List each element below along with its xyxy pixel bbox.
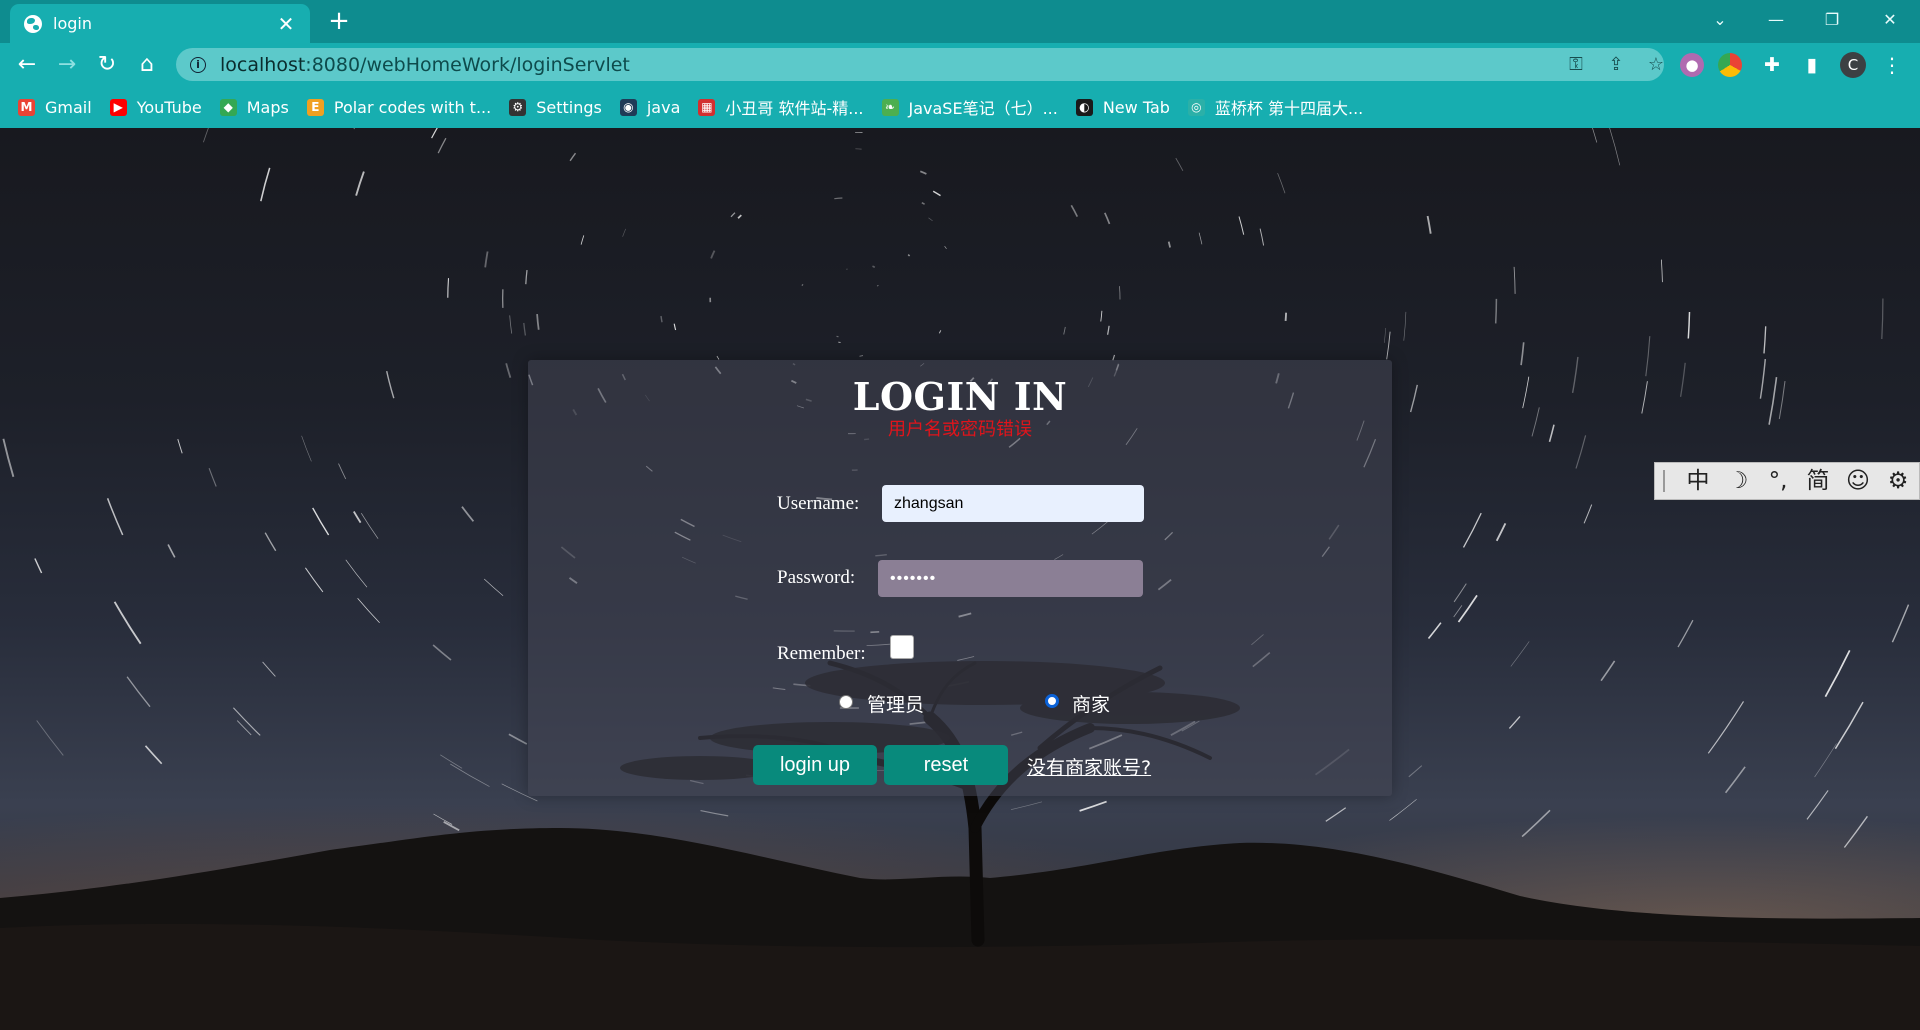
ime-settings-icon[interactable]: ⚙: [1878, 462, 1918, 500]
globe-icon: [24, 14, 42, 33]
username-input[interactable]: [882, 485, 1144, 522]
error-message: 用户名或密码错误: [888, 419, 1032, 440]
login-panel: LOGIN IN 用户名或密码错误 Username: Password: ••…: [528, 360, 1392, 796]
forward-arrow-icon[interactable]: →: [52, 50, 82, 80]
bookmark-label: Gmail: [45, 97, 92, 117]
site-info-icon[interactable]: i: [190, 56, 206, 73]
ime-simplified-icon[interactable]: 简: [1798, 462, 1838, 500]
java-icon: ◉: [619, 98, 637, 116]
home-icon[interactable]: ⌂: [132, 50, 162, 80]
password-label: Password:: [777, 567, 856, 588]
bookmark-label: YouTube: [136, 97, 202, 117]
bookmark-item[interactable]: ◆ Maps: [219, 97, 289, 117]
tab-search-icon[interactable]: ⌄: [1692, 6, 1748, 34]
url-host: localhost: [220, 53, 306, 76]
chrome-extension-icon[interactable]: [1718, 53, 1742, 77]
bookmark-label: java: [646, 97, 681, 117]
bookmark-item[interactable]: ▦ 小丑哥 软件站-精...: [698, 95, 864, 119]
share-icon[interactable]: ⇪: [1601, 48, 1631, 81]
bookmark-label: Maps: [246, 97, 289, 117]
page-background: LOGIN IN 用户名或密码错误 Username: Password: ••…: [0, 128, 1920, 1030]
minimize-button[interactable]: —: [1748, 6, 1804, 34]
profile-avatar[interactable]: C: [1840, 52, 1866, 78]
remember-checkbox[interactable]: [890, 635, 914, 659]
role-radio-admin[interactable]: [839, 695, 853, 709]
bookmark-item[interactable]: ⚙ Settings: [509, 98, 602, 117]
address-url: localhost:8080/webHomeWork/loginServlet: [220, 54, 630, 76]
extension-icon[interactable]: ●: [1680, 53, 1704, 77]
bookmark-label: JavaSE笔记（七）...: [908, 99, 1058, 118]
software-icon: ▦: [698, 98, 716, 116]
ime-punctuation-icon[interactable]: °,: [1758, 462, 1798, 500]
role-radio-merchant[interactable]: [1045, 694, 1059, 708]
bookmark-item[interactable]: ◎ 蓝桥杯 第十四届大...: [1187, 95, 1364, 119]
browser-toolbar: ← → ↻ ⌂ i localhost:8080/webHomeWork/log…: [0, 43, 1920, 86]
ime-toolbar: 中 ☽ °, 简 ☺ ⚙: [1654, 462, 1920, 500]
star-icon[interactable]: ☆: [1641, 48, 1671, 81]
bookmark-label: New Tab: [1102, 97, 1170, 117]
remember-label: Remember:: [777, 643, 866, 664]
gmail-icon: M: [18, 98, 35, 116]
url-path: :8080/webHomeWork/loginServlet: [305, 53, 630, 76]
leaf-icon: ❧: [881, 98, 899, 116]
bookmark-item[interactable]: E Polar codes with t...: [306, 97, 492, 117]
side-panel-icon[interactable]: ▮: [1800, 53, 1824, 77]
lanqiao-icon: ◎: [1187, 98, 1205, 116]
new-tab-button[interactable]: +: [324, 6, 354, 36]
bookmark-item[interactable]: ❧ JavaSE笔记（七）...: [881, 95, 1058, 119]
reset-button[interactable]: reset: [884, 745, 1008, 785]
bookmark-item[interactable]: M Gmail: [18, 98, 92, 117]
maps-icon: ◆: [219, 98, 237, 116]
close-window-button[interactable]: ✕: [1862, 6, 1918, 34]
role-label-merchant: 商家: [1072, 694, 1111, 716]
reload-icon[interactable]: ↻: [92, 50, 122, 80]
bookmarks-bar: M Gmail ▶ YouTube ◆ Maps E Polar codes with t..…: [0, 86, 1920, 128]
restore-button[interactable]: ❐: [1804, 6, 1860, 34]
register-merchant-link[interactable]: 没有商家账号?: [1027, 753, 1151, 780]
ime-grip-handle[interactable]: [1663, 470, 1666, 492]
password-input[interactable]: •••••••: [878, 560, 1143, 597]
youtube-icon: ▶: [109, 98, 127, 116]
browser-titlebar: login ✕ + ⌄ — ❐ ✕: [0, 0, 1920, 43]
username-label: Username:: [777, 493, 860, 514]
bookmark-item[interactable]: ▶ YouTube: [109, 97, 202, 117]
login-title: LOGIN IN: [852, 374, 1068, 419]
browser-tab-login[interactable]: login ✕: [10, 4, 310, 43]
bookmark-item[interactable]: ◐ New Tab: [1075, 97, 1170, 117]
login-button[interactable]: login up: [753, 745, 877, 785]
ime-emoji-icon[interactable]: ☺: [1838, 462, 1878, 500]
key-icon[interactable]: ⚿: [1561, 48, 1591, 81]
gear-icon: ⚙: [509, 98, 527, 116]
bookmark-label: 小丑哥 软件站-精...: [725, 99, 864, 118]
e-icon: E: [306, 98, 324, 116]
ime-chinese-mode-icon[interactable]: 中: [1678, 462, 1718, 500]
globe-icon: ◐: [1075, 98, 1093, 116]
puzzle-icon[interactable]: ✚: [1760, 53, 1784, 77]
address-bar[interactable]: i localhost:8080/webHomeWork/loginServle…: [176, 48, 1664, 81]
bookmark-label: 蓝桥杯 第十四届大...: [1214, 99, 1364, 118]
ime-moon-icon[interactable]: ☽: [1718, 462, 1758, 500]
role-label-admin: 管理员: [867, 694, 925, 716]
bookmark-item[interactable]: ◉ java: [619, 97, 681, 117]
bookmark-label: Settings: [536, 97, 602, 117]
back-arrow-icon[interactable]: ←: [12, 50, 42, 80]
tab-close-icon[interactable]: ✕: [276, 14, 296, 34]
menu-icon[interactable]: ⋮: [1880, 53, 1904, 77]
bookmark-label: Polar codes with t...: [333, 97, 492, 117]
tab-title: login: [53, 14, 92, 33]
